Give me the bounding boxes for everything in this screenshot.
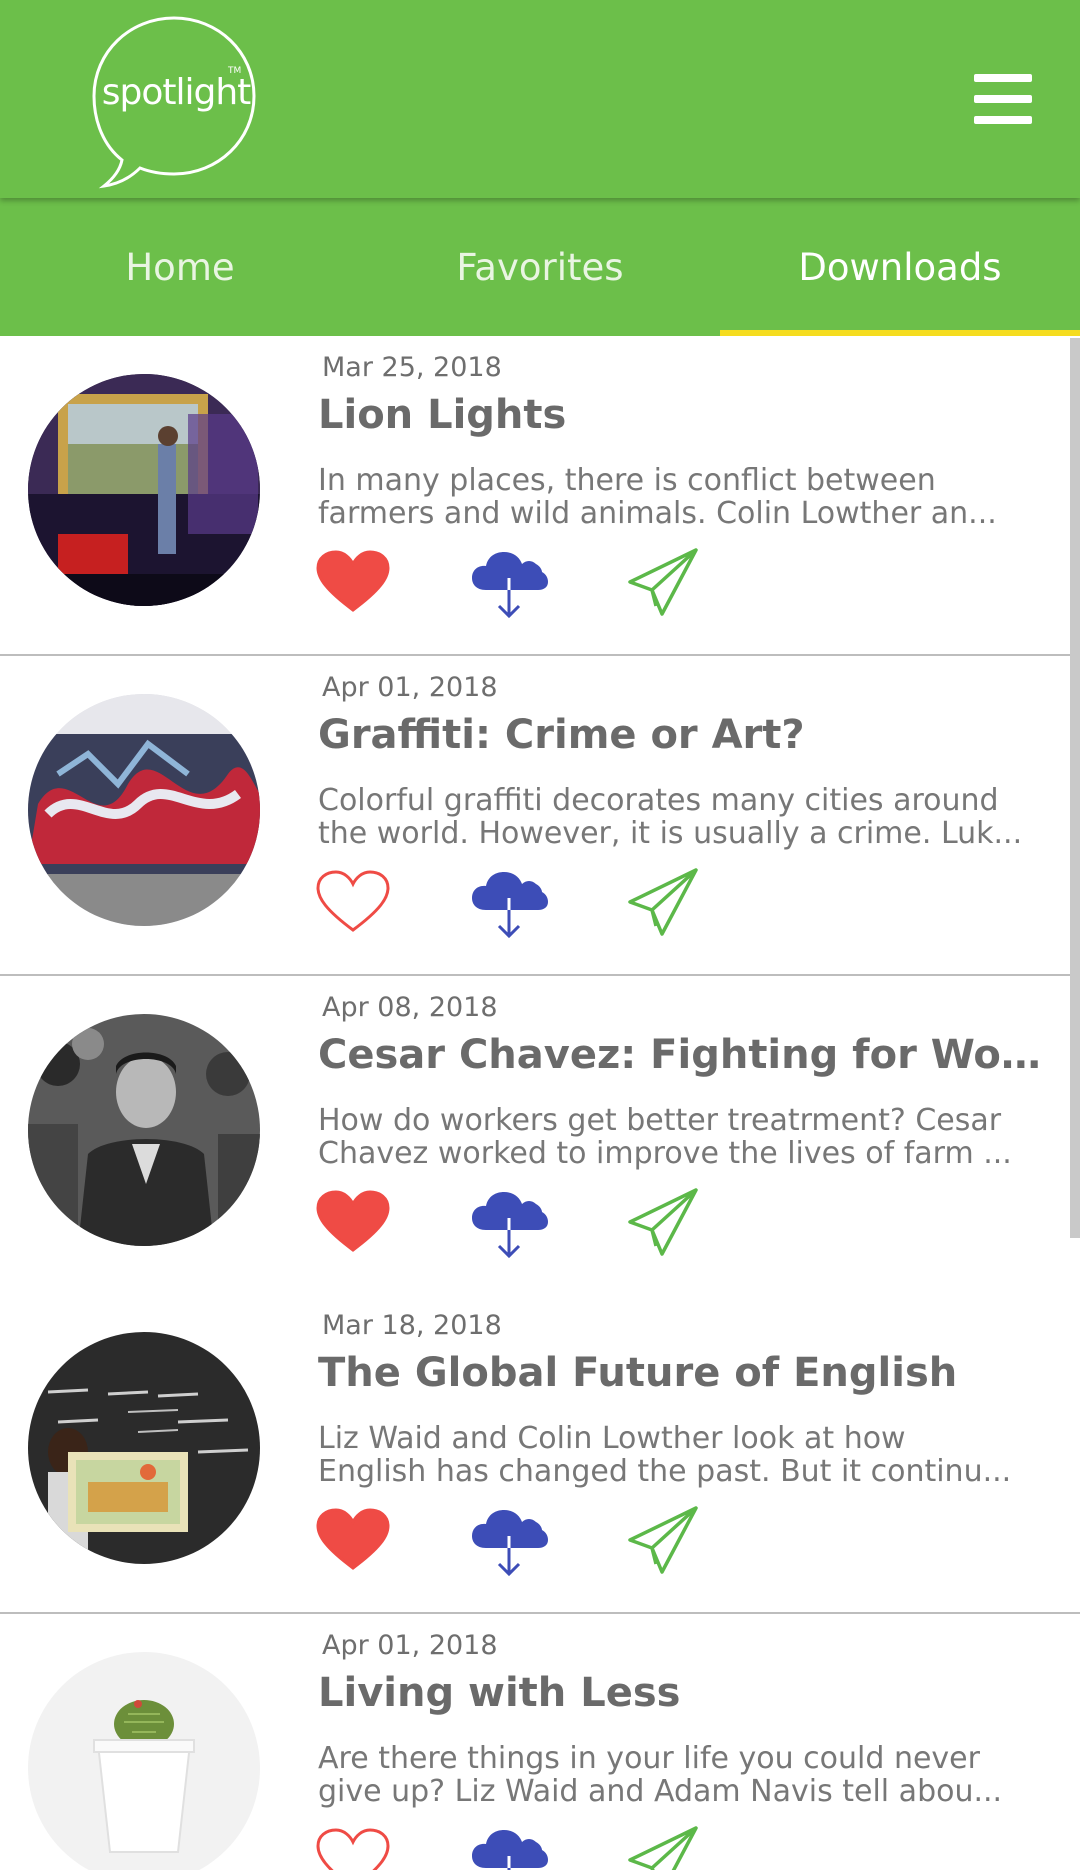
logo-trademark: TM [228,66,242,76]
list-item[interactable]: Mar 18, 2018 The Global Future of Englis… [0,1294,1080,1614]
share-paper-plane-icon[interactable] [628,1826,698,1870]
description-line: give up? Liz Waid and Adam Navis tell ab… [318,1775,1003,1808]
description-line: Chavez worked to improve the lives of fa… [318,1137,1012,1170]
tab-home[interactable]: Home [0,198,360,336]
share-paper-plane-icon[interactable] [628,548,698,618]
lesson-description: In many places, there is conflict betwee… [318,464,1058,530]
lesson-date: Apr 08, 2018 [322,992,498,1023]
favorite-heart-icon[interactable] [316,1828,390,1870]
download-list: Mar 25, 2018 Lion Lights In many places,… [0,336,1080,1870]
download-cloud-icon[interactable] [470,1508,548,1578]
lesson-title[interactable]: Graffiti: Crime or Art? [318,712,1058,758]
tab-bar: Home Favorites Downloads [0,198,1080,336]
lesson-title[interactable]: The Global Future of English [318,1350,1058,1396]
menu-bar [974,95,1032,103]
lesson-title[interactable]: Living with Less [318,1670,1058,1716]
menu-bar [974,74,1032,82]
download-cloud-icon[interactable] [470,870,548,940]
lesson-date: Apr 01, 2018 [322,1630,498,1661]
lesson-title[interactable]: Cesar Chavez: Fighting for Worke... [318,1032,1058,1078]
lesson-date: Mar 18, 2018 [322,1310,502,1341]
lesson-thumbnail [28,1652,260,1870]
list-item[interactable]: Apr 01, 2018 Graffiti: Crime or Art? Col… [0,656,1080,976]
download-cloud-icon[interactable] [470,550,548,620]
favorite-heart-icon[interactable] [316,1190,390,1254]
spotlight-logo[interactable]: spotlight TM [86,12,262,192]
description-line: How do workers get better treatrment? Ce… [318,1104,1002,1137]
lesson-description: Liz Waid and Colin Lowther look at how E… [318,1422,1058,1488]
lesson-thumbnail [28,1332,260,1564]
description-line: In many places, there is conflict betwee… [318,464,936,497]
share-paper-plane-icon[interactable] [628,868,698,938]
description-line: the world. However, it is usually a crim… [318,817,1023,850]
tab-downloads[interactable]: Downloads [720,198,1080,336]
lesson-thumbnail [28,694,260,926]
logo-text: spotlight [101,72,252,113]
lesson-thumbnail [28,374,260,606]
lesson-date: Mar 25, 2018 [322,352,502,383]
download-cloud-icon[interactable] [470,1190,548,1260]
active-tab-indicator [720,330,1080,336]
favorite-heart-icon[interactable] [316,1508,390,1572]
lesson-date: Apr 01, 2018 [322,672,498,703]
app-header: spotlight TM [0,0,1080,198]
lesson-title[interactable]: Lion Lights [318,392,1058,438]
list-item[interactable]: Apr 01, 2018 Living with Less Are there … [0,1614,1080,1870]
description-line: Are there things in your life you could … [318,1742,980,1775]
description-line: English has changed the past. But it con… [318,1455,1012,1488]
tab-favorites[interactable]: Favorites [360,198,720,336]
lesson-description: How do workers get better treatrment? Ce… [318,1104,1058,1170]
share-paper-plane-icon[interactable] [628,1188,698,1258]
lesson-thumbnail [28,1014,260,1246]
menu-bar [974,116,1032,124]
description-line: farmers and wild animals. Colin Lowther … [318,497,997,530]
hamburger-menu-icon[interactable] [968,70,1040,128]
favorite-heart-icon[interactable] [316,550,390,614]
lesson-description: Are there things in your life you could … [318,1742,1058,1808]
list-item[interactable]: Mar 25, 2018 Lion Lights In many places,… [0,336,1080,656]
favorite-heart-icon[interactable] [316,870,390,934]
download-cloud-icon[interactable] [470,1828,548,1870]
scrollbar[interactable] [1070,338,1080,1238]
lesson-description: Colorful graffiti decorates many cities … [318,784,1058,850]
share-paper-plane-icon[interactable] [628,1506,698,1576]
description-line: Colorful graffiti decorates many cities … [318,784,999,817]
list-item[interactable]: Apr 08, 2018 Cesar Chavez: Fighting for … [0,976,1080,1296]
description-line: Liz Waid and Colin Lowther look at how [318,1422,906,1455]
